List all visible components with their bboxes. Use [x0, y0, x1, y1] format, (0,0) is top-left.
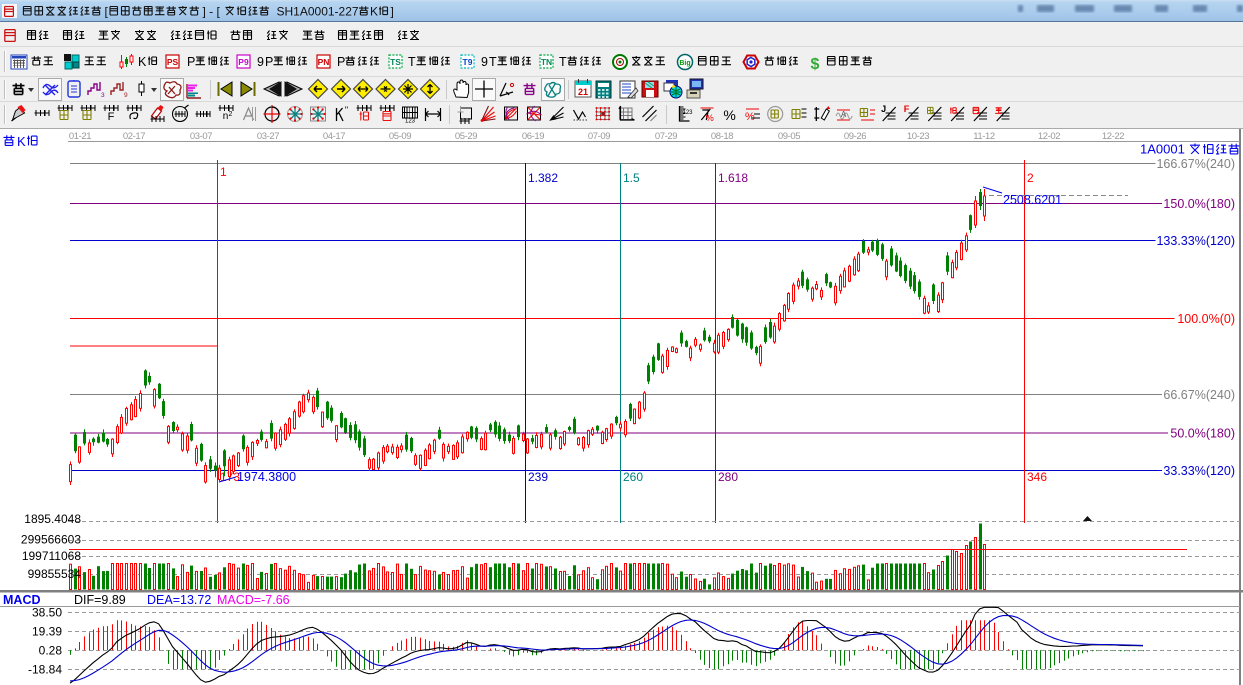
svg-text:280: 280: [718, 470, 738, 484]
svg-text:TS: TS: [390, 57, 401, 67]
svg-text:1: 1: [220, 165, 227, 179]
svg-text:99855534: 99855534: [28, 567, 82, 581]
svg-text:239: 239: [528, 470, 548, 484]
svg-text:P9: P9: [238, 57, 249, 67]
svg-text:] - [: ] - [: [203, 5, 221, 19]
svg-text:150.0%(180): 150.0%(180): [1163, 197, 1235, 211]
svg-text:T: T: [408, 55, 416, 69]
svg-text:-18.84: -18.84: [28, 663, 62, 677]
svg-text:299566603: 299566603: [21, 533, 81, 547]
svg-text:1A0001: 1A0001: [1140, 142, 1185, 157]
svg-text:12-02: 12-02: [1038, 131, 1060, 142]
svg-text:123: 123: [405, 119, 416, 125]
svg-text:P: P: [337, 55, 345, 69]
svg-text:": ": [345, 105, 348, 115]
svg-text:33.33%(120): 33.33%(120): [1163, 464, 1235, 478]
svg-text:09-05: 09-05: [778, 131, 800, 142]
svg-text:]: ]: [391, 5, 394, 19]
svg-text:19.39: 19.39: [32, 625, 62, 639]
svg-text:02-17: 02-17: [123, 131, 145, 142]
svg-text:J: J: [881, 104, 886, 114]
svg-text:%: %: [745, 111, 755, 123]
svg-text:9: 9: [257, 55, 264, 69]
svg-text:09-26: 09-26: [844, 131, 866, 142]
svg-text:04-17: 04-17: [323, 131, 345, 142]
svg-text:1.5: 1.5: [623, 171, 640, 185]
svg-text:05-09: 05-09: [389, 131, 411, 142]
svg-text:A: A: [841, 110, 847, 119]
svg-text:P: P: [265, 55, 273, 69]
svg-text:03-27: 03-27: [257, 131, 279, 142]
svg-text:F: F: [904, 104, 910, 114]
svg-text:9: 9: [124, 92, 128, 99]
svg-text:05-29: 05-29: [455, 131, 477, 142]
svg-text:12-22: 12-22: [1102, 131, 1124, 142]
svg-text:K: K: [17, 134, 26, 149]
svg-text:3: 3: [101, 92, 105, 99]
svg-text:166.67%(240): 166.67%(240): [1156, 157, 1235, 171]
svg-text:07-09: 07-09: [588, 131, 610, 142]
svg-text:%: %: [706, 113, 714, 123]
svg-text:06-19: 06-19: [522, 131, 544, 142]
svg-text:100.0%(0): 100.0%(0): [1177, 312, 1235, 326]
svg-text:T9: T9: [463, 57, 473, 67]
svg-text:T: T: [559, 55, 567, 69]
svg-text:199711068: 199711068: [22, 549, 82, 563]
svg-text:0.28: 0.28: [39, 644, 63, 658]
svg-text:66.67%(240): 66.67%(240): [1163, 388, 1235, 402]
svg-text:10-23: 10-23: [907, 131, 929, 142]
svg-text:50.0%(180): 50.0%(180): [1170, 427, 1235, 441]
svg-text:n: n: [223, 111, 229, 122]
svg-text:K: K: [138, 55, 147, 69]
svg-text:PS: PS: [167, 57, 179, 67]
svg-text:1974.3800: 1974.3800: [237, 470, 296, 484]
svg-text:08-18: 08-18: [711, 131, 733, 142]
svg-text:1.382: 1.382: [528, 171, 558, 185]
svg-text:PN: PN: [318, 57, 330, 67]
svg-text:01-21: 01-21: [69, 131, 91, 142]
svg-text:07-29: 07-29: [655, 131, 677, 142]
svg-text:T: T: [489, 55, 497, 69]
svg-text:346: 346: [1027, 470, 1047, 484]
svg-text:P: P: [187, 55, 195, 69]
svg-text:1.618: 1.618: [718, 171, 748, 185]
svg-text:$: $: [811, 56, 820, 73]
svg-text:Big: Big: [679, 60, 690, 67]
svg-text:9: 9: [481, 55, 488, 69]
svg-text:F: F: [108, 111, 115, 123]
svg-text:SH1A0001-227: SH1A0001-227: [277, 5, 359, 19]
svg-text:21: 21: [578, 87, 588, 97]
svg-text:MACD=-7.66: MACD=-7.66: [217, 593, 290, 607]
svg-text:%: %: [723, 107, 735, 123]
svg-text:DEA=13.72: DEA=13.72: [147, 593, 211, 607]
svg-text:2: 2: [1027, 171, 1034, 185]
svg-text:2: 2: [229, 111, 233, 118]
svg-text:K: K: [370, 5, 378, 19]
svg-text:03-07: 03-07: [190, 131, 212, 142]
svg-text:DIF=9.89: DIF=9.89: [74, 593, 126, 607]
svg-text:1895.4048: 1895.4048: [24, 512, 81, 526]
svg-text:123: 123: [682, 110, 693, 116]
svg-text:38.50: 38.50: [32, 606, 62, 620]
svg-text:2508.6201: 2508.6201: [1003, 193, 1062, 207]
svg-text:TN: TN: [541, 57, 552, 67]
svg-text:133.33%(120): 133.33%(120): [1156, 234, 1235, 248]
svg-text:11-12: 11-12: [973, 131, 995, 142]
svg-text:260: 260: [623, 470, 643, 484]
